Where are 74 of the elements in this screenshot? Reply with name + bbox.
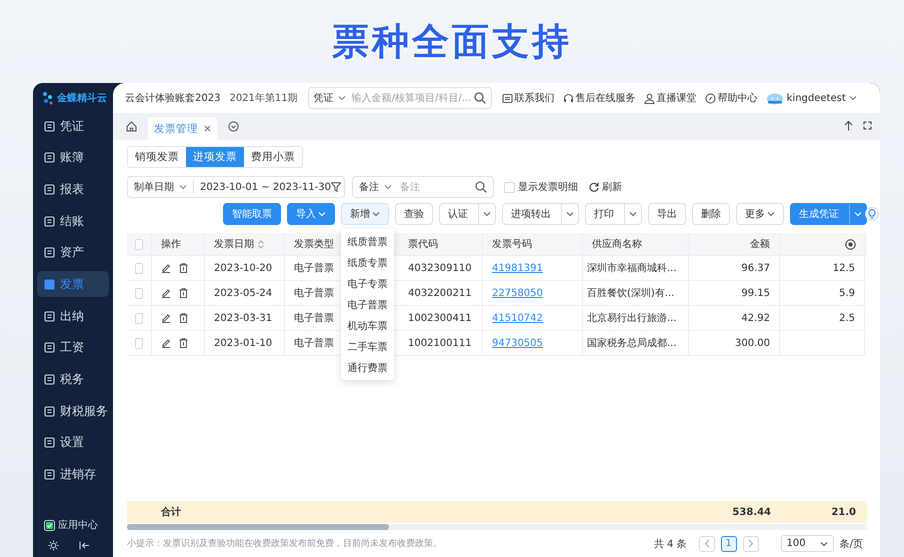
sidebar-item[interactable]: 工资 <box>37 336 109 359</box>
invoice-tab[interactable]: 费用小票 <box>244 147 302 167</box>
split-button[interactable]: 打印 <box>585 203 642 225</box>
table-cell: 99.15 <box>689 281 780 305</box>
sidebar-item[interactable]: 报表 <box>37 178 109 200</box>
sidebar-item[interactable]: 资产 <box>37 242 109 264</box>
per-page-label: 条/页 <box>840 538 863 550</box>
total-label: 合计 <box>160 506 182 520</box>
column-header: 操作 <box>152 233 205 255</box>
total-amount: 538.44 <box>731 506 772 520</box>
table-cell: 300.00 <box>689 331 780 355</box>
table-cell: 深圳市幸福商城科... <box>583 256 689 280</box>
column-header: 供应商名称 <box>583 233 689 255</box>
toolbar-button[interactable]: 删除 <box>692 203 730 225</box>
column-header: 金额 <box>689 233 780 255</box>
table-cell: 百胜餐饮(深圳)有... <box>583 281 689 305</box>
table-cell: 96.37 <box>689 256 780 280</box>
menu-item[interactable]: 纸质普票 <box>341 231 394 252</box>
table-cell: 北京易行出行旅游... <box>583 306 689 330</box>
app-center-link[interactable]: 应用中心 <box>44 518 113 532</box>
date-range-field[interactable]: 2023-10-01 ~ 2023-11-30 <box>200 182 331 192</box>
table-cell: 2023-03-31 <box>205 306 285 330</box>
menu-item[interactable]: 纸质专票 <box>341 252 394 273</box>
table-cell: 4032200211 <box>408 288 472 298</box>
sidebar-item[interactable]: 出纳 <box>37 305 109 328</box>
header-link[interactable]: 直播课堂 <box>644 91 697 105</box>
invoice-tab[interactable]: 销项发票 <box>128 147 186 167</box>
header-link[interactable]: 帮助中心 <box>704 91 758 105</box>
menu-item[interactable]: 机动车票 <box>341 315 394 336</box>
table-cell: 2.5 <box>839 312 855 324</box>
table-cell: 2023-10-20 <box>205 256 285 280</box>
dropdown-button[interactable]: 更多 <box>736 203 784 225</box>
table-cell: 2023-05-24 <box>205 281 285 305</box>
sidebar-item[interactable]: 进销存 <box>37 464 109 486</box>
sidebar-item[interactable]: 凭证 <box>37 115 109 137</box>
refresh-button[interactable]: 刷新 <box>589 180 622 194</box>
menu-item[interactable]: 电子普票 <box>341 294 394 315</box>
column-header: 发票日期 <box>205 233 285 255</box>
user-menu[interactable]: kingdeetest <box>766 91 857 105</box>
header-link[interactable]: 联系我们 <box>502 91 555 105</box>
remark-field-select[interactable]: 备注 <box>359 180 392 194</box>
table-cell: 12.5 <box>832 262 855 274</box>
tip-text: 小提示：发票识别及查验功能在收费政策发布前免费，目前尚未发布收费政策。 <box>127 538 442 550</box>
menu-item[interactable]: 通行费票 <box>341 357 394 378</box>
table-cell: 2023-01-10 <box>205 331 285 355</box>
sidebar-item[interactable]: 结账 <box>37 210 109 232</box>
table-cell: 4032309110 <box>408 262 472 274</box>
menu-item[interactable]: 二手车票 <box>341 336 394 357</box>
scope-select[interactable]: 凭证 <box>314 91 334 105</box>
split-button[interactable]: 认证 <box>439 203 496 225</box>
headline: 票种全面支持 <box>332 18 572 64</box>
table-cell: 1002100111 <box>408 338 472 348</box>
toolbar-button[interactable]: 查验 <box>395 203 433 225</box>
toolbar-button[interactable]: 导出 <box>648 203 686 225</box>
date-field-select[interactable]: 制单日期 <box>134 180 194 194</box>
period-label: 2021年第11期 <box>229 92 298 105</box>
sidebar-item[interactable]: 税务 <box>37 368 109 390</box>
total-value: 21.0 <box>830 506 857 520</box>
total-count: 共 4 条 <box>654 538 687 550</box>
column-header: 发票号码 <box>483 233 583 255</box>
table-cell: 5.9 <box>839 288 855 298</box>
page-size-select[interactable]: 100 <box>780 535 834 552</box>
sidebar-item[interactable]: 账簿 <box>37 146 109 169</box>
sidebar-item[interactable]: 设置 <box>37 432 109 454</box>
split-button[interactable]: 进项转出 <box>502 203 579 225</box>
table-cell: 国家税务总局成都... <box>583 331 689 355</box>
show-details-checkbox[interactable]: 显示发票明细 <box>504 180 578 194</box>
sidebar-item[interactable]: 财税服务 <box>37 400 109 422</box>
table-cell: 1002300411 <box>408 312 472 324</box>
header-link[interactable]: 售后在线服务 <box>562 91 636 105</box>
menu-item[interactable]: 电子专票 <box>341 273 394 294</box>
table-cell: 42.92 <box>689 306 780 330</box>
logo-text: 金蝶精斗云 <box>57 92 107 105</box>
account-name: 云会计体验账套2023 <box>125 92 220 105</box>
